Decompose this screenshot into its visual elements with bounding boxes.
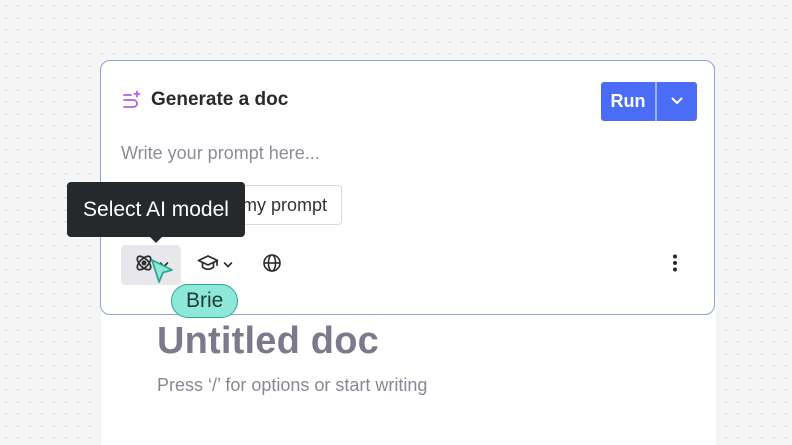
document-placeholder-hint[interactable]: Press ‘/’ for options or start writing: [157, 375, 427, 396]
document-page: [101, 296, 716, 445]
sparkle-flow-icon: [121, 89, 143, 111]
education-mode-button[interactable]: [193, 245, 237, 285]
chip-label: my prompt: [242, 194, 328, 215]
more-vertical-icon: [672, 253, 678, 278]
tooltip-arrow: [149, 236, 163, 243]
prompt-input[interactable]: [121, 143, 681, 164]
collaborator-cursor-icon: [148, 257, 176, 285]
run-button-group: Run: [601, 82, 697, 121]
chevron-down-icon: [223, 256, 233, 274]
more-options-button[interactable]: [663, 245, 687, 285]
run-options-button[interactable]: [656, 82, 697, 121]
globe-icon: [262, 253, 282, 278]
block-title: Generate a doc: [151, 89, 289, 110]
collaborator-name-label: Brie: [171, 284, 239, 318]
document-title[interactable]: Untitled doc: [157, 320, 379, 363]
web-search-button[interactable]: [257, 245, 287, 285]
select-ai-model-tooltip: Select AI model: [67, 182, 245, 237]
graduation-cap-icon: [197, 253, 219, 278]
run-button[interactable]: Run: [601, 82, 655, 121]
chevron-down-icon: [670, 93, 684, 111]
